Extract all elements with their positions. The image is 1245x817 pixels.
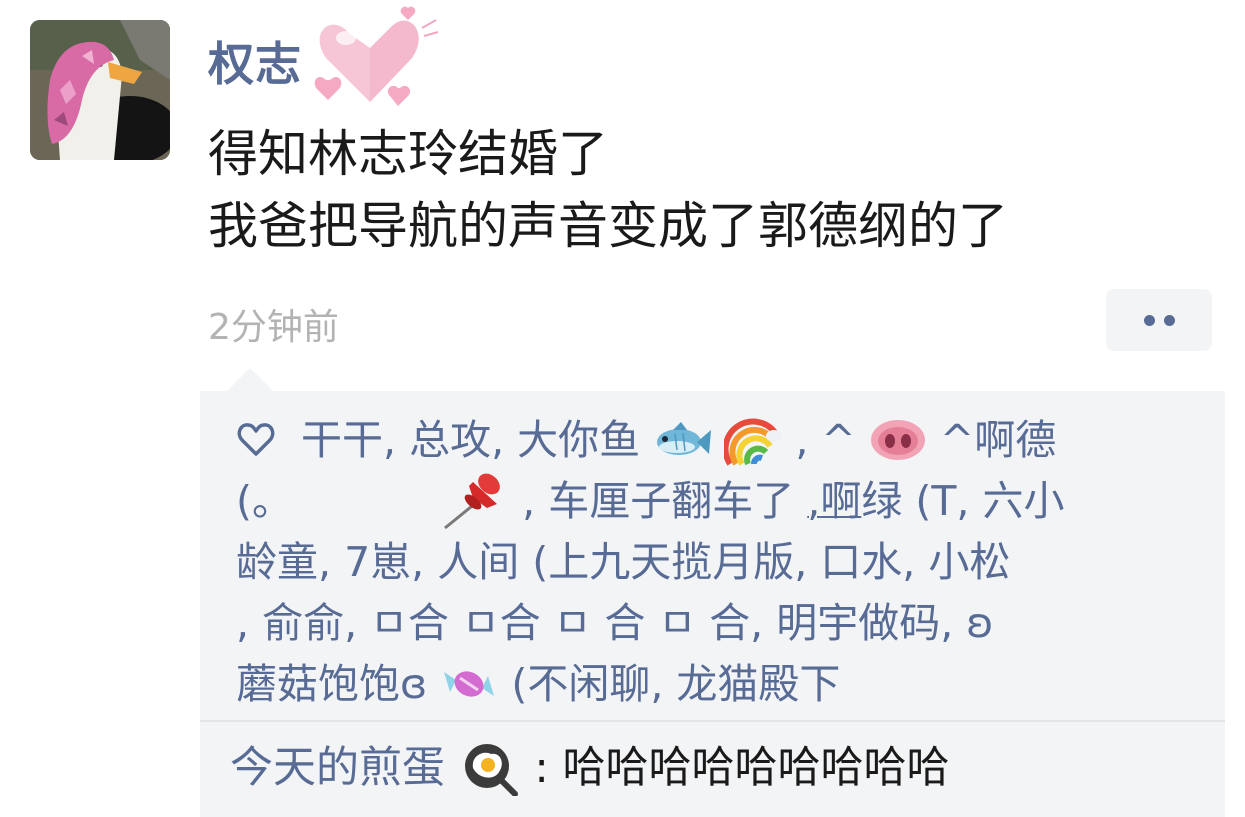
avatar[interactable] (30, 20, 170, 160)
fish-icon (657, 422, 712, 455)
like-names[interactable]: 啊 (820, 471, 861, 532)
like-names[interactable]: 干干, 总攻, 大你鱼 (301, 410, 640, 471)
like-names[interactable]: 龄童, 7崽, 人间 (上九天揽月版, 口水, 小松 (236, 532, 1010, 593)
comment-text: 哈哈哈哈哈哈哈哈哈 (562, 742, 950, 793)
moments-post: 权志 得知林志玲结婚了 我爸把导航的声音变成了郭德纲的了 2分钟前 干干, 总攻… (0, 0, 1245, 817)
like-names[interactable]: 绿 (T, 六小 (861, 471, 1064, 532)
post-line-1: 得知林志玲结婚了 (208, 125, 608, 183)
panel-pointer (226, 368, 274, 392)
candy-icon (444, 671, 495, 697)
interaction-panel: 干干, 总攻, 大你鱼 , ^ ^啊德 (。 , 车厘子翻车了 ,啊绿 (T, … (200, 391, 1225, 817)
likes-row-3: 龄童, 7崽, 人间 (上九天揽月版, 口水, 小松 (236, 529, 1216, 590)
heart-outline-icon (237, 423, 275, 456)
username[interactable]: 权志 (208, 28, 302, 94)
like-names[interactable]: , 俞俞, ㅁ合 ㅁ合 ㅁ 合 ㅁ 合, 明宇做码, ʚ (236, 593, 994, 654)
post-timestamp: 2分钟前 (208, 307, 339, 348)
likes-row-5: 蘑菇饱饱ɞ (不闲聊, 龙猫殿下 (236, 651, 1216, 712)
likes-row-2: (。 , 车厘子翻车了 , 啊绿 (T, 六小 (236, 468, 1216, 532)
post-text: 得知林志玲结婚了 我爸把导航的声音变成了郭德纲的了 (208, 118, 1228, 262)
like-separator: , (807, 476, 821, 525)
likes-list: 干干, 总攻, 大你鱼 , ^ ^啊德 (。 , 车厘子翻车了 ,啊绿 (T, … (236, 407, 1216, 712)
comment-author[interactable]: 今天的煎蛋 (230, 738, 445, 798)
pushpin-icon (444, 473, 500, 530)
comment-separator: : (534, 742, 549, 793)
fried-egg-icon (464, 743, 518, 796)
hearts-icon (314, 6, 439, 106)
like-separator: , ^ (795, 415, 856, 464)
more-actions-button[interactable] (1106, 289, 1212, 351)
like-names[interactable]: 蘑菇饱饱ɞ (236, 654, 427, 715)
more-dot-icon (1163, 314, 1175, 326)
goose-avatar-image (30, 20, 170, 160)
comment-item[interactable]: 今天的煎蛋 : 哈哈哈哈哈哈哈哈哈 (230, 735, 950, 798)
like-names[interactable]: ^啊德 (940, 410, 1056, 471)
like-names[interactable]: , 车厘子翻车了 (522, 471, 794, 532)
likes-comments-divider (200, 720, 1225, 722)
post-line-2: 我爸把导航的声音变成了郭德纲的了 (208, 197, 1008, 255)
pig-nose-icon (870, 420, 925, 460)
likes-row-1: 干干, 总攻, 大你鱼 , ^ ^啊德 (236, 407, 1216, 468)
like-names[interactable]: (。 (236, 471, 293, 532)
like-names[interactable]: (不闲聊, 龙猫殿下 (511, 654, 840, 715)
likes-row-4: , 俞俞, ㅁ合 ㅁ合 ㅁ 合 ㅁ 合, 明宇做码, ʚ (236, 590, 1216, 651)
rainbow-icon (724, 418, 783, 466)
more-dot-icon (1143, 314, 1155, 326)
